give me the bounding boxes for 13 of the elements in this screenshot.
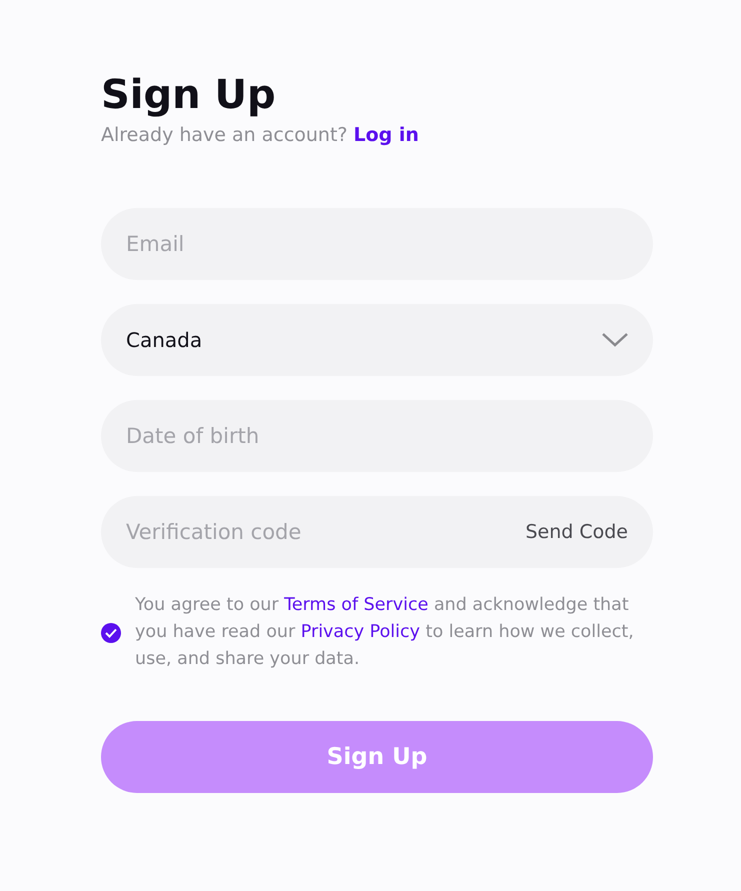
login-link[interactable]: Log in xyxy=(354,122,419,148)
policy-link[interactable]: Privacy Policy xyxy=(300,622,420,642)
policy-link[interactable]: Terms of Service xyxy=(284,595,428,615)
agree-checkbox[interactable] xyxy=(101,622,121,642)
checkmark-icon xyxy=(105,628,117,638)
account-prompt: Already have an account? xyxy=(101,123,348,148)
agreement-text: You agree to our Terms of Service and acknowledge that you have read our Privacy Policy to learn how we collect, use, and share your data. xyxy=(135,594,635,671)
input-field[interactable]: Email xyxy=(101,208,653,280)
page-title: Sign Up xyxy=(101,71,276,120)
country-select[interactable]: Canada xyxy=(101,304,653,376)
send-code-button[interactable]: Send Code xyxy=(525,518,628,546)
chevron-down-icon xyxy=(602,333,628,347)
input-field[interactable]: Date of birth xyxy=(101,400,653,472)
